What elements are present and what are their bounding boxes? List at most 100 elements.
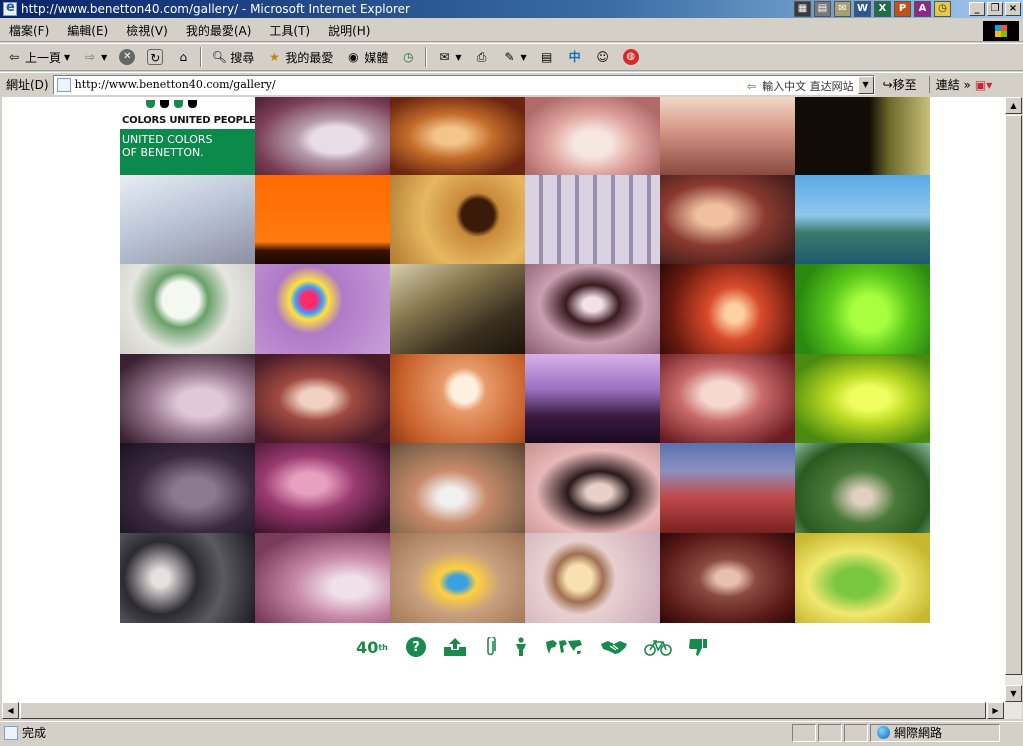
scroll-down-button[interactable]: ▼	[1005, 685, 1022, 702]
gallery-photo[interactable]	[795, 264, 930, 354]
gallery-photo[interactable]	[255, 264, 390, 354]
word-icon[interactable]: W	[854, 1, 871, 17]
minimize-button[interactable]: _	[969, 2, 985, 16]
gallery-photo[interactable]	[255, 354, 390, 443]
gallery-photo[interactable]	[525, 354, 660, 443]
handshake-icon[interactable]	[600, 637, 628, 657]
gallery-photo[interactable]	[660, 443, 795, 533]
forward-button[interactable]: ⇨ ▼	[76, 45, 113, 69]
gallery-photo[interactable]	[390, 175, 525, 264]
history-button[interactable]: ◷	[394, 45, 422, 69]
chevron-down-icon[interactable]: ▼	[455, 53, 461, 62]
menu-file[interactable]: 檔案(F)	[0, 22, 58, 39]
help-icon[interactable]: ?	[406, 637, 426, 657]
internet-globe-icon	[877, 726, 890, 739]
gallery-photo[interactable]	[795, 443, 930, 533]
menu-view[interactable]: 檢視(V)	[117, 22, 177, 39]
40th-anniversary-icon[interactable]: 40th	[354, 637, 390, 657]
gallery-photo[interactable]	[525, 97, 660, 175]
chevron-down-icon[interactable]: ▼	[101, 53, 107, 62]
chevron-down-icon[interactable]: ▼	[521, 53, 527, 62]
world-map-icon[interactable]	[544, 637, 584, 657]
gallery-photo[interactable]	[255, 443, 390, 533]
gallery-photo[interactable]	[120, 443, 255, 533]
scroll-left-button[interactable]: ◀	[2, 702, 19, 719]
links-button[interactable]: 連結 »	[928, 76, 971, 93]
window-controls: _ ❐ ×	[969, 2, 1021, 16]
gallery-photo[interactable]	[120, 533, 255, 623]
app-tray-icon[interactable]: ✉	[834, 1, 851, 17]
search-button[interactable]: 🔍︎ 搜尋	[205, 45, 260, 69]
access-icon[interactable]: A	[914, 1, 931, 17]
gallery-photo[interactable]	[660, 97, 795, 175]
address-input[interactable]: http://www.benetton40.com/gallery/ ⇦ 輸入中文…	[52, 74, 875, 95]
security-zone[interactable]: 網際網路	[870, 723, 1000, 742]
gallery-photo[interactable]	[120, 175, 255, 264]
menu-favorites[interactable]: 我的最愛(A)	[177, 22, 261, 39]
excel-icon[interactable]: X	[874, 1, 891, 17]
address-hint: ⇦ 輸入中文 直达网站	[747, 78, 854, 94]
gallery-photo[interactable]	[390, 264, 525, 354]
bicycle-icon[interactable]	[644, 637, 672, 657]
person-icon[interactable]	[514, 637, 528, 657]
gallery-photo[interactable]	[795, 175, 930, 264]
gallery-photo[interactable]	[525, 264, 660, 354]
horizontal-scrollbar[interactable]: ◀ ▶	[2, 702, 1022, 719]
menu-tools[interactable]: 工具(T)	[260, 22, 319, 39]
paperclip-icon[interactable]	[484, 637, 498, 657]
upload-box-icon[interactable]	[442, 637, 468, 657]
gallery-photo[interactable]	[390, 354, 525, 443]
media-button[interactable]: ◉ 媒體	[339, 45, 394, 69]
gallery-photo[interactable]	[660, 533, 795, 623]
refresh-button[interactable]: ↻	[141, 45, 169, 69]
vertical-scrollbar[interactable]: ▲ ▼	[1005, 97, 1022, 702]
gallery-photo[interactable]	[390, 97, 525, 175]
links-toolbar-icon[interactable]: ▣▾	[975, 78, 992, 92]
discuss-button[interactable]: ▤	[533, 45, 561, 69]
gallery-photo[interactable]	[525, 175, 660, 264]
back-button[interactable]: ⇦ 上一頁 ▼	[0, 45, 76, 69]
powerpoint-icon[interactable]: P	[894, 1, 911, 17]
app-tray-icon[interactable]: ▤	[814, 1, 831, 17]
vertical-scroll-thumb[interactable]	[1005, 115, 1022, 675]
restore-button[interactable]: ❐	[987, 2, 1003, 16]
thumbs-down-icon[interactable]	[688, 637, 708, 657]
gallery-photo[interactable]	[390, 533, 525, 623]
gallery-photo[interactable]	[525, 533, 660, 623]
app-tray-icon[interactable]: ▦	[794, 1, 811, 17]
address-url[interactable]: http://www.benetton40.com/gallery/	[75, 78, 276, 91]
gallery-photo[interactable]	[120, 264, 255, 354]
gallery-photo[interactable]	[525, 443, 660, 533]
stop-button[interactable]: ✕	[113, 45, 141, 69]
horizontal-scroll-thumb[interactable]	[20, 702, 986, 719]
gallery-photo[interactable]	[660, 175, 795, 264]
address-dropdown-button[interactable]: ▼	[857, 75, 874, 94]
home-button[interactable]: ⌂	[169, 45, 197, 69]
menu-edit[interactable]: 編輯(E)	[58, 22, 117, 39]
gallery-photo[interactable]	[660, 354, 795, 443]
close-button[interactable]: ×	[1005, 2, 1021, 16]
scroll-up-button[interactable]: ▲	[1005, 97, 1022, 114]
gallery-photo[interactable]	[795, 97, 930, 175]
favorites-button[interactable]: ★ 我的最愛	[260, 45, 339, 69]
clock-icon[interactable]: ◷	[934, 1, 951, 17]
chevron-down-icon[interactable]: ▼	[64, 53, 70, 62]
go-button[interactable]: ↪移至	[883, 76, 917, 93]
mail-button[interactable]: ✉ ▼	[430, 45, 467, 69]
gallery-photo[interactable]	[795, 533, 930, 623]
messenger-button[interactable]: ☺	[589, 45, 617, 69]
gallery-photo[interactable]	[255, 97, 390, 175]
gallery-photo[interactable]	[660, 264, 795, 354]
print-button[interactable]: ⎙	[468, 45, 496, 69]
scroll-right-button[interactable]: ▶	[987, 702, 1004, 719]
menu-help[interactable]: 說明(H)	[319, 22, 379, 39]
gallery-photo[interactable]	[120, 354, 255, 443]
addon-button[interactable]: ◍	[617, 45, 645, 69]
gallery-photo[interactable]	[255, 533, 390, 623]
gallery-photo[interactable]	[390, 443, 525, 533]
chinese-input-button[interactable]: 中	[561, 45, 589, 69]
gallery-photo[interactable]	[795, 354, 930, 443]
gallery-photo[interactable]	[255, 175, 390, 264]
benetton-logo-tile[interactable]: COLORS UNITED PEOPLE UNITED COLORS OF BE…	[120, 97, 255, 175]
edit-button[interactable]: ✎ ▼	[496, 45, 533, 69]
